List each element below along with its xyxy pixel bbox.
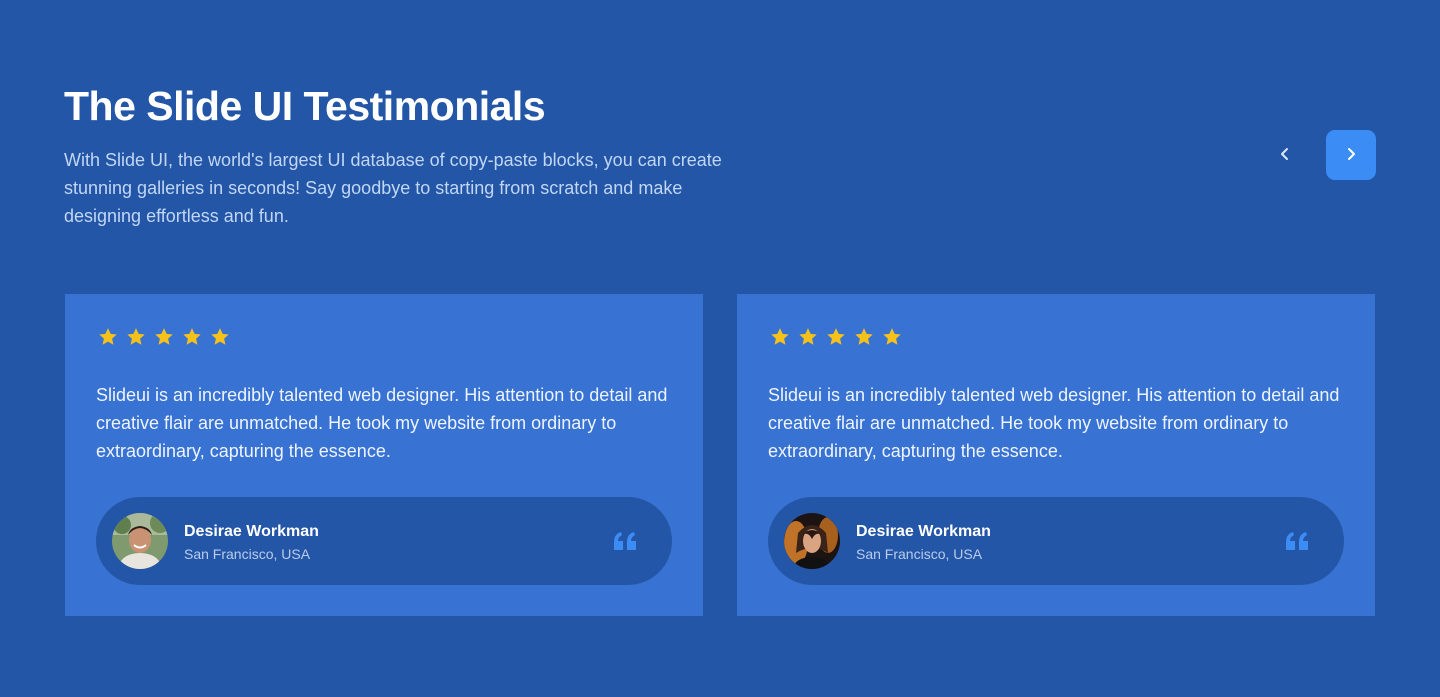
star-icon: [799, 328, 817, 345]
star-rating: [97, 326, 231, 348]
author-info: Desirae Workman San Francisco, USA: [768, 497, 1344, 585]
testimonial-text: Slideui is an incredibly talented web de…: [96, 385, 668, 461]
star-icon: [771, 328, 789, 345]
author-name: Desirae Workman: [184, 523, 319, 540]
testimonial-card: Slideui is an incredibly talented web de…: [737, 294, 1375, 616]
star-icon: [211, 328, 229, 345]
star-icon: [183, 328, 201, 345]
author-info: Desirae Workman San Francisco, USA: [96, 497, 672, 585]
testimonial-card: Slideui is an incredibly talented web de…: [65, 294, 703, 616]
quote-icon: [614, 532, 636, 550]
testimonials-section: The Slide UI Testimonials With Slide UI,…: [0, 0, 1440, 697]
star-icon: [883, 328, 901, 345]
star-icon: [127, 328, 145, 345]
quote-icon: [1286, 532, 1308, 550]
chevron-left-icon: [1277, 146, 1293, 165]
star-icon: [155, 328, 173, 345]
author-location: San Francisco, USA: [184, 546, 311, 562]
section-title: The Slide UI Testimonials: [64, 83, 546, 129]
star-icon: [855, 328, 873, 345]
previous-button[interactable]: [1260, 130, 1310, 180]
chevron-right-icon: [1343, 146, 1359, 165]
author-location: San Francisco, USA: [856, 546, 983, 562]
star-icon: [99, 328, 117, 345]
testimonial-text: Slideui is an incredibly talented web de…: [768, 385, 1340, 461]
next-button[interactable]: [1326, 130, 1376, 180]
avatar: [112, 513, 168, 569]
star-rating: [769, 326, 903, 348]
section-description: With Slide UI, the world's largest UI da…: [64, 150, 722, 226]
star-icon: [827, 328, 845, 345]
author-name: Desirae Workman: [856, 523, 991, 540]
avatar: [784, 513, 840, 569]
